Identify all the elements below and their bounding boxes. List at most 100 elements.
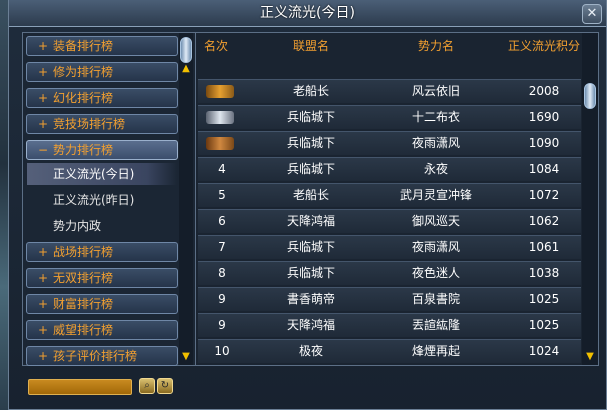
score-cell: 1024 xyxy=(528,344,560,358)
nav-item-cultivation[interactable]: + 修为排行榜 xyxy=(26,62,178,82)
table-row[interactable]: 9 書香萌帝 百泉書院 1025 xyxy=(198,287,581,311)
ranking-category-nav: + 装备排行榜 + 修为排行榜 + 幻化排行榜 + 竞技场排行榜 − 势力排行榜 正义流光… xyxy=(22,32,197,366)
nav-item-label: 孩子评价排行榜 xyxy=(53,349,138,363)
nav-item-label: 竞技场排行榜 xyxy=(53,117,126,131)
rank-cell xyxy=(198,80,246,104)
faction-cell: 夜色迷人 xyxy=(411,266,460,280)
faction-cell: 夜雨潇风 xyxy=(411,240,460,254)
alliance-cell: 天降鸿福 xyxy=(286,318,335,332)
score-cell: 1690 xyxy=(528,110,560,124)
refresh-button[interactable]: ↻ xyxy=(157,378,173,394)
nav-item-wealth[interactable]: + 财富排行榜 xyxy=(26,294,178,314)
nav-item-prestige[interactable]: + 威望排行榜 xyxy=(26,320,178,340)
header-alliance: 联盟名 xyxy=(292,39,329,53)
nav-item-label: 修为排行榜 xyxy=(53,65,114,79)
rank-cell: 6 xyxy=(218,214,226,228)
scroll-up-icon[interactable]: ▲ xyxy=(180,63,192,75)
table-scroll-thumb[interactable] xyxy=(584,83,596,109)
table-row[interactable]: 兵临城下 十二布衣 1690 xyxy=(198,105,581,129)
table-row[interactable]: 5 老船长 武月灵宣冲锋 1072 xyxy=(198,183,581,207)
expand-icon: + xyxy=(37,349,49,363)
table-row[interactable]: 10 极夜 烽煙再起 1024 xyxy=(198,339,581,363)
table-row[interactable]: 兵临城下 夜雨潇风 1090 xyxy=(198,131,581,155)
score-cell: 1025 xyxy=(528,318,560,332)
rank-cell: 4 xyxy=(218,162,226,176)
table-row[interactable]: 老船长 风云依旧 2008 xyxy=(198,79,581,103)
rank-cell: 9 xyxy=(218,318,226,332)
score-cell: 1061 xyxy=(528,240,560,254)
table-scrollbar[interactable]: ▼ xyxy=(582,33,598,365)
nav-scroll-thumb[interactable] xyxy=(180,37,192,63)
expand-icon: + xyxy=(37,65,49,79)
nav-item-faction[interactable]: − 势力排行榜 xyxy=(26,140,178,160)
alliance-cell: 老船长 xyxy=(292,84,329,98)
scroll-down-icon[interactable]: ▼ xyxy=(180,351,192,363)
table-row[interactable]: 8 兵临城下 夜色迷人 1038 xyxy=(198,261,581,285)
expand-icon: + xyxy=(37,297,49,311)
nav-item-transform[interactable]: + 幻化排行榜 xyxy=(26,88,178,108)
refresh-icon: ↻ xyxy=(160,380,170,391)
nav-item-children[interactable]: + 孩子评价排行榜 xyxy=(26,346,178,366)
collapse-icon: − xyxy=(37,143,49,157)
rank-cell xyxy=(198,132,246,156)
expand-icon: + xyxy=(37,39,49,53)
alliance-cell: 兵临城下 xyxy=(286,136,335,150)
score-cell: 1072 xyxy=(528,188,560,202)
nav-item-label: 势力排行榜 xyxy=(53,143,114,157)
alliance-cell: 書香萌帝 xyxy=(286,292,335,306)
faction-cell: 夜雨潇风 xyxy=(411,136,460,150)
nav-item-label: 财富排行榜 xyxy=(53,297,114,311)
header-score: 正义流光积分 xyxy=(507,39,580,53)
faction-cell: 烽煙再起 xyxy=(411,344,460,358)
faction-cell: 十二布衣 xyxy=(411,110,460,124)
nav-item-equipment[interactable]: + 装备排行榜 xyxy=(26,36,178,56)
nav-subitem-faction-affairs[interactable]: 势力内政 xyxy=(27,215,177,237)
faction-cell: 武月灵宣冲锋 xyxy=(399,188,472,202)
alliance-cell: 兵临城下 xyxy=(286,266,335,280)
alliance-cell: 天降鸿福 xyxy=(286,214,335,228)
table-row[interactable]: 7 兵临城下 夜雨潇风 1061 xyxy=(198,235,581,259)
nav-item-peerless[interactable]: + 无双排行榜 xyxy=(26,268,178,288)
nav-item-arena[interactable]: + 竞技场排行榜 xyxy=(26,114,178,134)
faction-cell: 风云依旧 xyxy=(411,84,460,98)
nav-item-battlefield[interactable]: + 战场排行榜 xyxy=(26,242,178,262)
header-faction: 势力名 xyxy=(417,39,454,53)
rank-cell: 8 xyxy=(218,266,226,280)
window-title: 正义流光(今日) xyxy=(9,0,606,27)
nav-item-label: 幻化排行榜 xyxy=(53,91,114,105)
score-cell: 2008 xyxy=(528,84,560,98)
score-cell: 1062 xyxy=(528,214,560,228)
nav-subitem-justice-today[interactable]: 正义流光(今日) xyxy=(27,163,177,185)
expand-icon: + xyxy=(37,117,49,131)
alliance-cell: 极夜 xyxy=(298,344,323,358)
score-cell: 1084 xyxy=(528,162,560,176)
rank-cell xyxy=(198,106,246,130)
scroll-down-icon[interactable]: ▼ xyxy=(584,351,596,363)
table-row[interactable]: 4 兵临城下 永夜 1084 xyxy=(198,157,581,181)
faction-cell: 百泉書院 xyxy=(411,292,460,306)
score-cell: 1025 xyxy=(528,292,560,306)
faction-cell: 御风巡天 xyxy=(411,214,460,228)
search-input[interactable] xyxy=(28,379,132,395)
expand-icon: + xyxy=(37,91,49,105)
nav-item-label: 装备排行榜 xyxy=(53,39,114,53)
alliance-cell: 兵临城下 xyxy=(286,162,335,176)
header-rank: 名次 xyxy=(203,39,228,53)
expand-icon: + xyxy=(37,245,49,259)
table-row[interactable]: 6 天降鸿福 御风巡天 1062 xyxy=(198,209,581,233)
expand-icon: + xyxy=(37,271,49,285)
rank-cell: 5 xyxy=(218,188,226,202)
nav-subitem-justice-yesterday[interactable]: 正义流光(昨日) xyxy=(27,189,177,211)
nav-item-label: 战场排行榜 xyxy=(53,245,114,259)
rank-cell: 10 xyxy=(214,344,230,358)
table-row[interactable]: 9 天降鸿福 丟諠紘隆 1025 xyxy=(198,313,581,337)
nav-scrollbar[interactable]: ▲ ▼ xyxy=(179,33,193,365)
score-cell: 1038 xyxy=(528,266,560,280)
nav-item-label: 无双排行榜 xyxy=(53,271,114,285)
magnifier-icon: ⌕ xyxy=(144,380,150,391)
nav-item-label: 威望排行榜 xyxy=(53,323,114,337)
alliance-cell: 兵临城下 xyxy=(286,110,335,124)
faction-cell: 丟諠紘隆 xyxy=(411,318,460,332)
close-button[interactable]: ✕ xyxy=(582,4,602,24)
search-button[interactable]: ⌕ xyxy=(139,378,155,394)
